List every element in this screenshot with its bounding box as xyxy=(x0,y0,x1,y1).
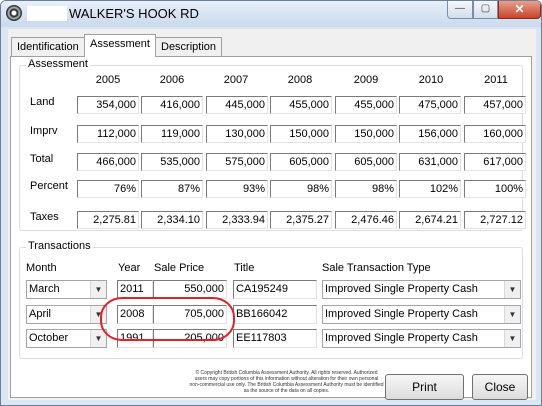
transactions-group: Transactions Month Year Sale Price Title… xyxy=(19,240,523,359)
row-label-taxes: Taxes xyxy=(30,211,59,223)
improvement-value[interactable]: 119,000 xyxy=(141,125,203,143)
taxes-value[interactable]: 2,333.94 xyxy=(206,211,268,229)
chevron-down-icon[interactable]: ▼ xyxy=(504,281,520,298)
land-value[interactable]: 475,000 xyxy=(399,96,461,114)
transaction-type-value: Improved Single Property Cash xyxy=(325,283,478,295)
total-value[interactable]: 631,000 xyxy=(399,153,461,171)
month-select-value: October xyxy=(29,332,69,344)
improvement-value[interactable]: 160,000 xyxy=(464,125,526,143)
taxes-value[interactable]: 2,476.46 xyxy=(335,211,397,229)
chevron-down-icon[interactable]: ▼ xyxy=(90,330,106,347)
title-field[interactable]: CA195249 xyxy=(233,280,317,299)
percent-value[interactable]: 98% xyxy=(270,180,332,198)
chevron-down-icon[interactable]: ▼ xyxy=(90,281,106,298)
month-select[interactable]: October ▼ xyxy=(26,329,107,348)
row-label-total: Total xyxy=(30,153,54,165)
close-button[interactable]: Close xyxy=(472,374,528,400)
improvement-value[interactable]: 130,000 xyxy=(206,125,268,143)
year-field[interactable]: 2011 xyxy=(117,280,153,299)
close-window-button[interactable]: ✕ xyxy=(498,1,541,19)
transaction-type-column-header: Sale Transaction Type xyxy=(322,262,431,274)
row-label-percent: Percent xyxy=(30,180,68,192)
sale-price-field[interactable]: 705,000 xyxy=(153,305,227,324)
transaction-type-select[interactable]: Improved Single Property Cash ▼ xyxy=(322,280,521,299)
percent-value[interactable]: 100% xyxy=(464,180,526,198)
title-field[interactable]: EE117803 xyxy=(233,329,317,348)
taxes-value[interactable]: 2,334.10 xyxy=(141,211,203,229)
assessment-tab-panel: Assessment 2005 2006 2007 2008 2009 2010… xyxy=(10,56,532,398)
month-column-header: Month xyxy=(26,262,57,274)
title-field[interactable]: BB166042 xyxy=(233,305,317,324)
land-value[interactable]: 457,000 xyxy=(464,96,526,114)
land-value[interactable]: 455,000 xyxy=(270,96,332,114)
chevron-down-icon[interactable]: ▼ xyxy=(90,306,106,323)
transaction-type-value: Improved Single Property Cash xyxy=(325,308,478,320)
year-header: 2006 xyxy=(159,74,185,86)
year-header: 2007 xyxy=(223,74,249,86)
year-field[interactable]: 1991 xyxy=(117,329,153,348)
title-column-header: Title xyxy=(234,262,255,274)
land-value[interactable]: 445,000 xyxy=(206,96,268,114)
taxes-value[interactable]: 2,674.21 xyxy=(399,211,461,229)
chevron-down-icon[interactable]: ▼ xyxy=(504,330,520,347)
assessment-group: Assessment 2005 2006 2007 2008 2009 2010… xyxy=(19,58,526,231)
print-button[interactable]: Print xyxy=(385,374,464,400)
transaction-type-value: Improved Single Property Cash xyxy=(325,332,478,344)
improvement-value[interactable]: 150,000 xyxy=(270,125,332,143)
title-bar[interactable]: WALKER'S HOOK RD — ▢ ✕ xyxy=(1,1,541,27)
app-window: WALKER'S HOOK RD — ▢ ✕ Identification As… xyxy=(0,0,542,406)
sale-price-field[interactable]: 550,000 xyxy=(153,280,227,299)
transaction-type-select[interactable]: Improved Single Property Cash ▼ xyxy=(322,329,521,348)
tab-description[interactable]: Description xyxy=(155,37,223,57)
copyright-notice: © Copyright British Columbia Assessment … xyxy=(189,370,384,394)
percent-value[interactable]: 87% xyxy=(141,180,203,198)
percent-value[interactable]: 102% xyxy=(399,180,461,198)
percent-value[interactable]: 93% xyxy=(206,180,268,198)
tab-assessment[interactable]: Assessment xyxy=(84,34,156,57)
total-value[interactable]: 575,000 xyxy=(206,153,268,171)
app-icon xyxy=(6,5,22,21)
improvement-value[interactable]: 112,000 xyxy=(77,125,139,143)
improvement-value[interactable]: 150,000 xyxy=(335,125,397,143)
total-value[interactable]: 535,000 xyxy=(141,153,203,171)
month-select[interactable]: April ▼ xyxy=(26,305,107,324)
row-label-improvements: Imprv xyxy=(30,125,58,137)
total-value[interactable]: 466,000 xyxy=(77,153,139,171)
transaction-type-select[interactable]: Improved Single Property Cash ▼ xyxy=(322,305,521,324)
total-value[interactable]: 605,000 xyxy=(335,153,397,171)
percent-value[interactable]: 76% xyxy=(77,180,139,198)
transactions-group-label: Transactions xyxy=(26,240,93,252)
title-redaction xyxy=(27,6,67,21)
improvement-value[interactable]: 156,000 xyxy=(399,125,461,143)
maximize-button[interactable]: ▢ xyxy=(473,1,498,19)
year-header: 2008 xyxy=(287,74,313,86)
taxes-value[interactable]: 2,727.12 xyxy=(464,211,526,229)
year-header: 2011 xyxy=(484,74,508,86)
taxes-value[interactable]: 2,375.27 xyxy=(270,211,332,229)
land-value[interactable]: 455,000 xyxy=(335,96,397,114)
percent-value[interactable]: 98% xyxy=(335,180,397,198)
sale-price-field[interactable]: 205,000 xyxy=(153,329,227,348)
window-title: WALKER'S HOOK RD xyxy=(69,6,199,21)
month-select[interactable]: March ▼ xyxy=(26,280,107,299)
land-value[interactable]: 354,000 xyxy=(77,96,139,114)
month-select-value: April xyxy=(29,308,52,320)
client-area: Identification Assessment Description As… xyxy=(8,29,536,400)
land-value[interactable]: 416,000 xyxy=(141,96,203,114)
tab-identification[interactable]: Identification xyxy=(11,37,85,57)
year-column-header: Year xyxy=(118,262,141,274)
assessment-group-label: Assessment xyxy=(26,58,90,70)
minimize-button[interactable]: — xyxy=(447,1,473,19)
total-value[interactable]: 617,000 xyxy=(464,153,526,171)
year-header: 2005 xyxy=(95,74,121,86)
taxes-value[interactable]: 2,275.81 xyxy=(77,211,139,229)
total-value[interactable]: 605,000 xyxy=(270,153,332,171)
sale-price-column-header: Sale Price xyxy=(154,262,205,274)
row-label-land: Land xyxy=(30,96,55,108)
chevron-down-icon[interactable]: ▼ xyxy=(504,306,520,323)
month-select-value: March xyxy=(29,283,60,295)
year-field[interactable]: 2008 xyxy=(117,305,153,324)
year-header: 2009 xyxy=(353,74,379,86)
year-header: 2010 xyxy=(418,74,444,86)
